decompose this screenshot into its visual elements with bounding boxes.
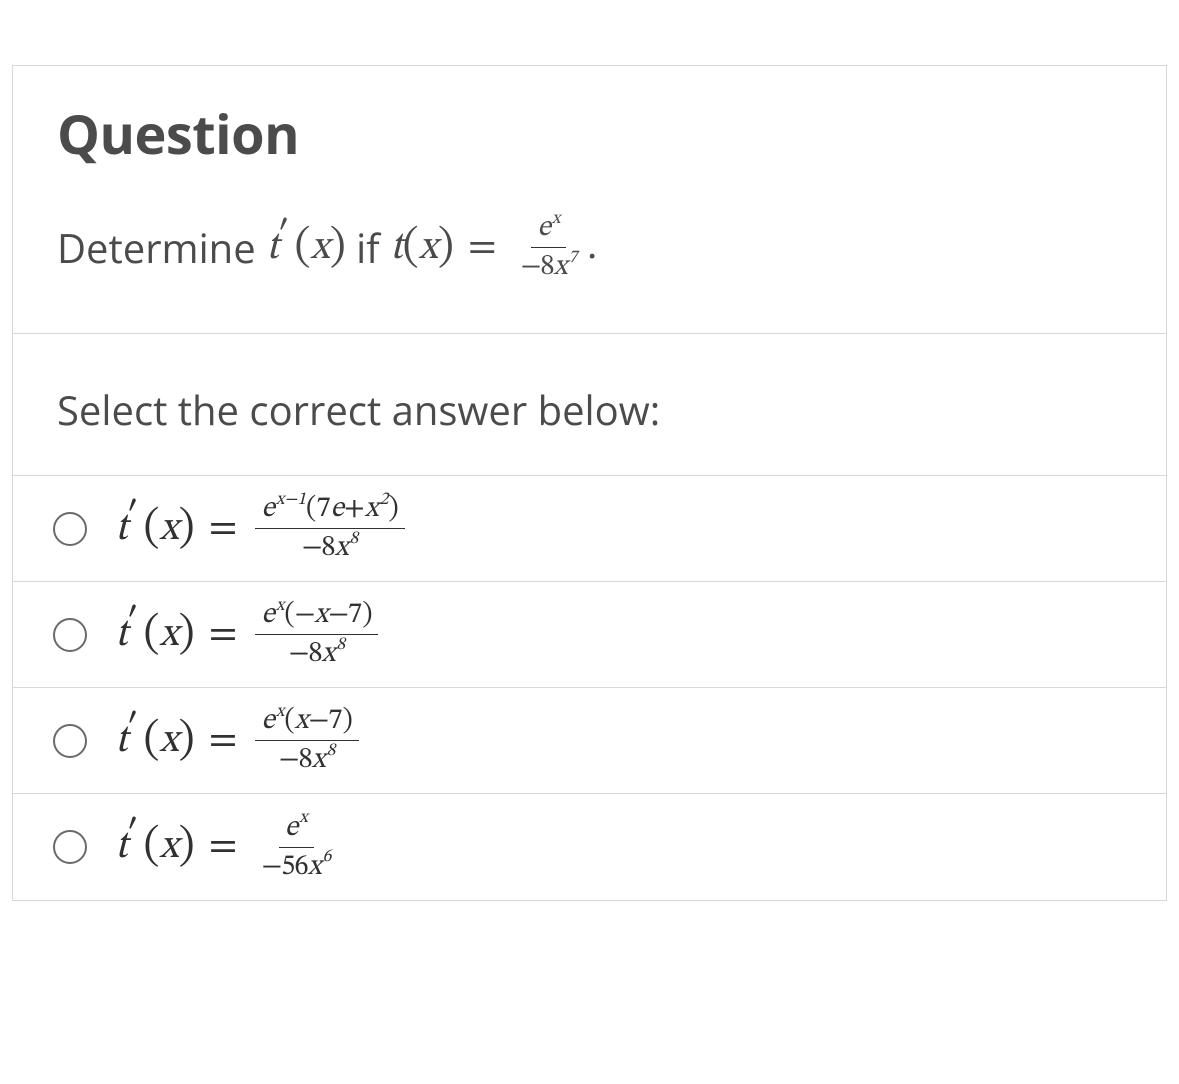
option-d-expression: t′ (x) = ex −56x6 [115, 810, 341, 885]
radio-icon [53, 618, 87, 652]
expr-t-of-x-equals: t(x) = ex −8x7 . [390, 210, 597, 285]
option-b-expression: t′ (x) = ex(−x−7) −8x8 [115, 597, 382, 672]
option-d[interactable]: t′ (x) = ex −56x6 [13, 794, 1166, 900]
radio-icon [53, 512, 87, 546]
option-a[interactable]: t′ (x) = ex−1(7e+x2) −8x8 [13, 476, 1166, 582]
prompt-prefix: Determine [57, 220, 256, 275]
question-card: Question Determine t′ (x) if t(x) = ex −… [12, 65, 1167, 901]
option-a-expression: t′ (x) = ex−1(7e+x2) −8x8 [115, 491, 409, 566]
expr-t-prime-x: t′ (x) [266, 220, 346, 276]
given-fraction: ex −8x7 [515, 210, 584, 285]
option-c[interactable]: t′ (x) = ex(x−7) −8x8 [13, 688, 1166, 794]
prompt-infix: if [356, 220, 380, 275]
select-prompt: Select the correct answer below: [13, 334, 1166, 476]
radio-icon [53, 724, 87, 758]
question-prompt: Determine t′ (x) if t(x) = ex −8x7 . [57, 210, 1122, 285]
radio-icon [53, 830, 87, 864]
question-header: Question Determine t′ (x) if t(x) = ex −… [13, 66, 1166, 334]
option-b[interactable]: t′ (x) = ex(−x−7) −8x8 [13, 582, 1166, 688]
question-title: Question [57, 96, 1122, 170]
option-c-expression: t′ (x) = ex(x−7) −8x8 [115, 703, 363, 778]
